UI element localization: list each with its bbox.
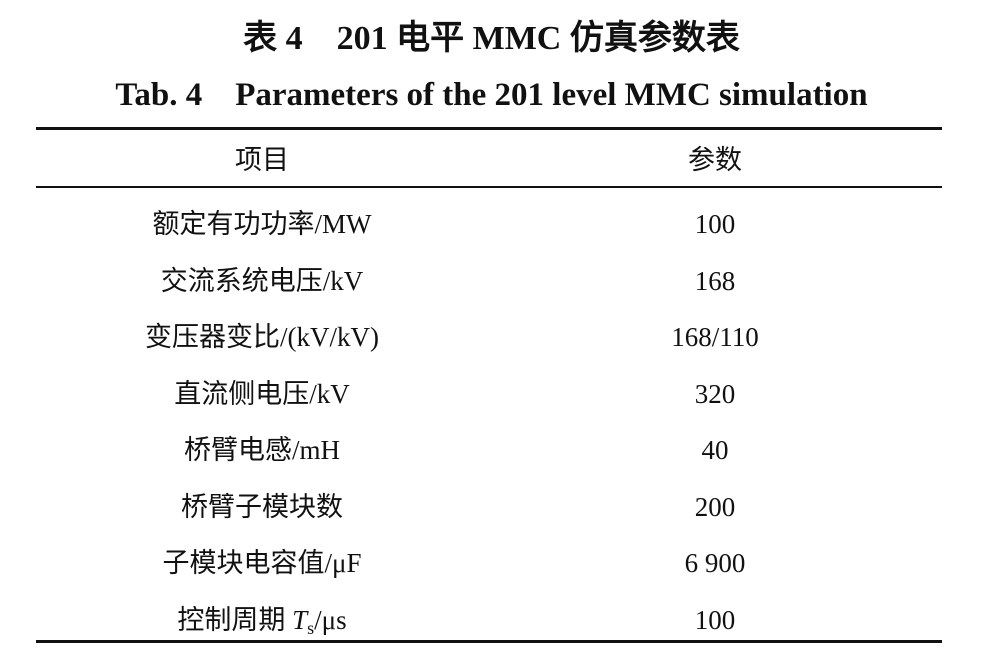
row-item: 桥臂子模块数 [181,491,343,522]
row-item-unit: /μs [314,604,347,635]
row-item: 控制周期 Ts/μs [36,592,488,656]
header-rule [36,186,942,188]
row-value: 320 [694,378,736,409]
header-item: 项目 [235,145,289,175]
row-item: 交流系统电压/kV [160,265,364,296]
row-item: 子模块电容值/μF [162,548,362,578]
table-row: 子模块电容值/μF 6 900 [36,535,942,592]
row-value: 168/110 [671,322,759,352]
table-row: 额定有功功率/MW 100 [36,196,942,253]
table-title-english: Tab. 4 Parameters of the 201 level MMC s… [115,77,868,113]
top-rule [36,127,942,130]
row-value: 40 [701,435,729,465]
table-row: 桥臂电感/mH 40 [36,422,942,479]
header-value: 参数 [688,145,742,175]
table-title-chinese: 表 4 201 电平 MMC 仿真参数表 [243,20,740,57]
table-row: 直流侧电压/kV 320 [36,366,942,423]
table-header: 项目 参数 [36,136,942,184]
row-item-symbol: T [292,604,308,635]
bottom-rule [36,640,942,643]
row-value: 168 [694,265,736,296]
row-item: 额定有功功率/MW [152,209,372,239]
table-row: 变压器变比/(kV/kV) 168/110 [36,309,942,366]
row-item: 桥臂电感/mH [183,435,340,465]
table-row: 桥臂子模块数 200 [36,479,942,536]
table-body: 额定有功功率/MW 100 交流系统电压/kV 168 变压器变比/(kV/kV… [36,196,942,648]
row-value: 6 900 [684,548,746,578]
row-value: 200 [694,491,736,522]
row-value: 100 [694,209,736,239]
row-item: 直流侧电压/kV [174,378,350,409]
row-item-label: 控制周期 [177,604,293,635]
row-item: 变压器变比/(kV/kV) [145,322,379,352]
table-row: 交流系统电压/kV 168 [36,253,942,310]
